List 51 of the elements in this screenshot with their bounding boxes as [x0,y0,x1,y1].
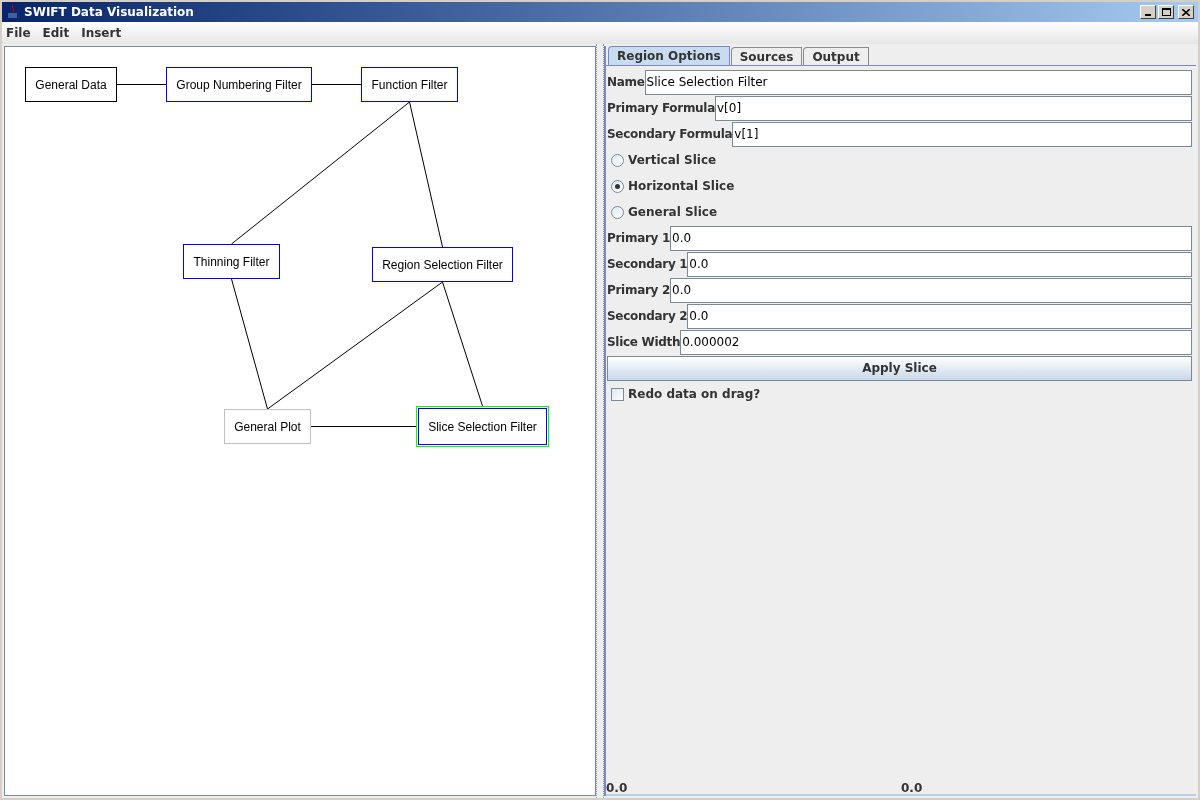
radio-button[interactable] [611,205,624,219]
input-field[interactable]: 0.0 [670,277,1192,303]
coordinate-readout: 0.0 [606,781,628,795]
radio-button[interactable] [611,153,624,167]
field-label: Secondary Formula [607,126,733,143]
menu-item[interactable]: Edit [42,24,70,42]
radio-label: General Slice [628,204,718,221]
maximize-button[interactable] [1158,5,1174,19]
diagram-node[interactable]: General Plot [224,409,311,444]
diagram-node[interactable]: General Data [25,67,117,102]
radio-label: Vertical Slice [628,152,717,169]
apply-button[interactable]: Apply Slice [607,355,1192,381]
input-field[interactable]: v[1] [732,121,1192,147]
tab[interactable]: Output [803,47,869,65]
input-field[interactable]: 0.0 [670,225,1192,251]
input-field[interactable]: 0.0 [687,251,1192,277]
minimize-icon [1145,14,1151,16]
field-label: Secondary 2 [607,308,688,325]
field-label: Name [607,74,645,91]
connector-line [311,84,362,85]
tab[interactable]: Region Options [608,46,730,65]
diagram-node[interactable]: Slice Selection Filter [416,406,549,447]
input-field[interactable]: v[0] [715,95,1192,121]
connector-line [116,84,167,85]
close-icon [1182,8,1190,16]
app-icon [6,4,20,20]
checkbox[interactable] [611,387,624,401]
diagram-node[interactable]: Region Selection Filter [372,247,513,282]
field-label: Slice Width [607,334,681,351]
input-field[interactable]: Slice Selection Filter [644,69,1192,95]
input-field[interactable]: 0.000002 [680,329,1192,355]
field-label: Primary Formula [607,100,715,117]
coordinate-readout: 0.0 [901,781,923,795]
menu-item[interactable]: Insert [81,24,122,42]
radio-label: Horizontal Slice [628,178,735,195]
diagram-node[interactable]: Group Numbering Filter [166,67,312,102]
minimize-button[interactable] [1140,5,1156,19]
checkbox-label: Redo data on drag? [628,386,761,403]
field-label: Primary 2 [607,282,670,299]
tab[interactable]: Sources [730,47,803,65]
window-title: SWIFT Data Visualization [24,4,194,21]
input-field[interactable]: 0.0 [687,303,1192,329]
close-button[interactable] [1178,5,1194,19]
diagram-node[interactable]: Thinning Filter [183,244,280,279]
diagram-node[interactable]: Function Filter [361,67,458,102]
diagram-canvas[interactable]: General Data Group Numbering Filter Function Filter Thinning Filter Region Selection Filter General Plot Slice Selection Filter [4,46,596,796]
menu-item[interactable]: File [6,24,31,42]
field-label: Primary 1 [607,230,670,247]
maximize-icon [1161,8,1171,16]
field-label: Secondary 1 [607,256,688,273]
radio-button[interactable] [611,179,624,193]
